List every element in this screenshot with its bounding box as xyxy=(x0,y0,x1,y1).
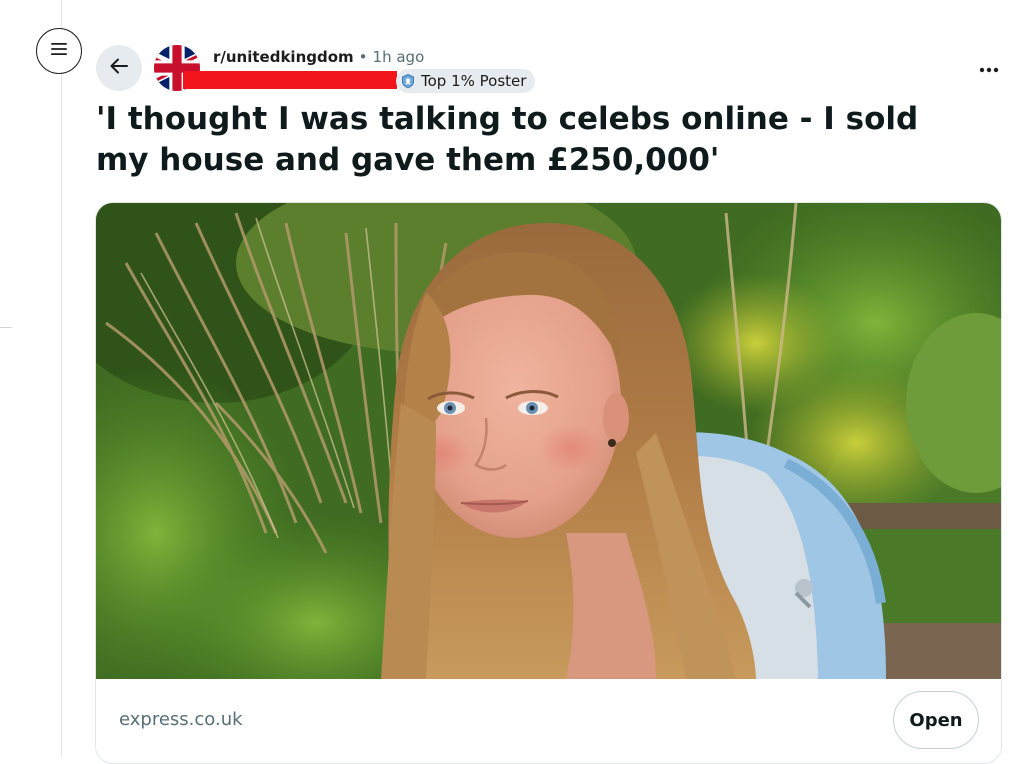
user-flair: Top 1% Poster xyxy=(396,69,536,93)
top-poster-badge-icon xyxy=(400,73,416,89)
arrow-left-icon xyxy=(108,55,130,81)
open-link-button[interactable]: Open xyxy=(893,691,979,749)
redacted-username xyxy=(183,71,397,89)
back-button[interactable] xyxy=(96,45,142,91)
link-card-footer: express.co.uk Open xyxy=(96,679,1001,763)
rail-divider xyxy=(0,327,12,328)
link-preview-card[interactable]: express.co.uk Open xyxy=(95,202,1002,764)
subreddit-name[interactable]: r/unitedkingdom xyxy=(213,48,354,66)
more-options-button[interactable] xyxy=(972,50,1006,84)
post-title: 'I thought I was talking to celebs onlin… xyxy=(96,101,919,178)
flair-label: Top 1% Poster xyxy=(421,72,527,90)
link-domain[interactable]: express.co.uk xyxy=(119,709,243,730)
post-meta: r/unitedkingdom • 1h ago xyxy=(213,46,424,68)
article-photo[interactable] xyxy=(96,203,1001,679)
hamburger-icon xyxy=(49,40,69,62)
more-horizontal-icon xyxy=(978,58,1000,77)
meta-separator: • xyxy=(358,48,368,66)
menu-button[interactable] xyxy=(36,28,82,74)
post-time: 1h ago xyxy=(372,48,425,66)
left-navigation-rail xyxy=(0,0,62,757)
